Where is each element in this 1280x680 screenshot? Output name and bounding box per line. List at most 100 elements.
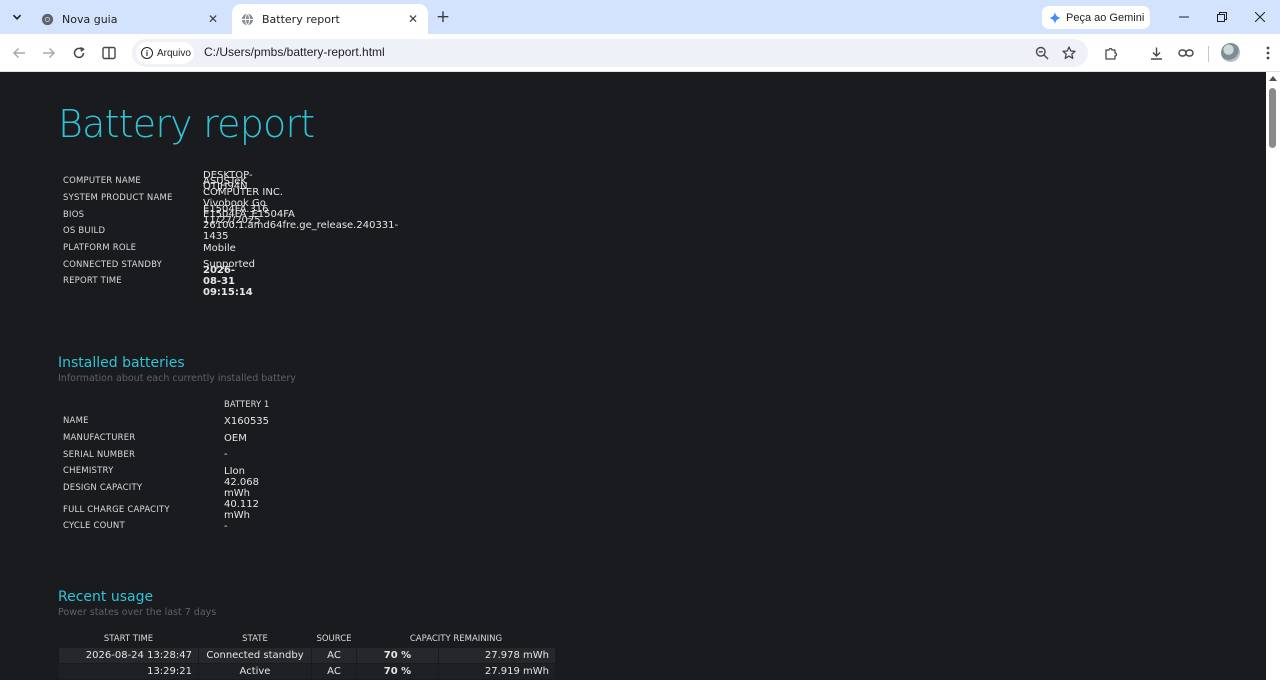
- installed-batteries-heading: Installed batteries: [58, 355, 185, 371]
- avatar[interactable]: [1221, 43, 1240, 62]
- globe-icon: [240, 12, 254, 26]
- restore-icon: [1217, 12, 1227, 22]
- table-header-row: START TIME STATE SOURCE CAPACITY REMAINI…: [59, 631, 556, 647]
- table-cell-state: Connected standby: [198, 646, 312, 664]
- browser-toolbar: i Arquivo C:/Users/pmbs/battery-report.h…: [0, 34, 1280, 72]
- info-key: SYSTEM PRODUCT NAME: [63, 193, 173, 204]
- plus-icon: +: [435, 7, 451, 27]
- tab-title: Nova guia: [62, 12, 118, 26]
- table-cell-start: 2026-08-24 13:28:47: [58, 646, 199, 664]
- forward-button[interactable]: [37, 41, 61, 65]
- gemini-sparkle-icon: [1049, 11, 1061, 24]
- info-row: MANUFACTURER OEM: [63, 430, 247, 447]
- gemini-label: Peça ao Gemini: [1066, 11, 1145, 24]
- gemini-button[interactable]: Peça ao Gemini: [1042, 6, 1150, 29]
- info-value: 42.068 mWh: [224, 477, 259, 500]
- info-row: SYSTEM PRODUCT NAME ASUSTeK COMPUTER INC.…: [63, 176, 295, 220]
- table-cell-mwh: 27.919 mWh: [438, 662, 556, 680]
- more-vert-icon: [1266, 46, 1270, 60]
- column-header: STATE: [242, 633, 268, 644]
- info-row: NAME X160535: [63, 413, 269, 430]
- tab-strip: Nova guia ✕ Battery report ✕ + Peça ao G…: [0, 0, 1280, 34]
- recent-usage-heading: Recent usage: [58, 589, 154, 605]
- info-key: SERIAL NUMBER: [63, 449, 136, 460]
- site-info-chip[interactable]: i Arquivo: [136, 42, 194, 64]
- info-row: SERIAL NUMBER -: [63, 446, 228, 463]
- zoom-out-icon: [1035, 46, 1049, 60]
- info-key: BIOS: [63, 209, 85, 220]
- battery-column-header: BATTERY 1: [224, 400, 270, 410]
- table-cell-percent: 70 %: [356, 662, 439, 680]
- tab-search-button[interactable]: [6, 6, 28, 28]
- restore-button[interactable]: [1211, 6, 1233, 28]
- chrome-menu-button[interactable]: [1256, 41, 1280, 65]
- info-value: 26100.1.amd64fre.ge_release.240331-1435: [203, 220, 399, 243]
- back-button[interactable]: [7, 41, 31, 65]
- info-row: OS BUILD 26100.1.amd64fre.ge_release.2403…: [63, 220, 398, 242]
- split-view-button[interactable]: [97, 41, 121, 65]
- vertical-scrollbar[interactable]: [1266, 72, 1280, 680]
- info-key: NAME: [63, 416, 89, 427]
- tab-battery-report[interactable]: Battery report ✕: [232, 4, 428, 34]
- close-icon[interactable]: ✕: [204, 10, 222, 28]
- recent-usage-subtitle: Power states over the last 7 days: [58, 607, 217, 618]
- puzzle-icon: [1104, 47, 1117, 60]
- reload-button[interactable]: [67, 41, 91, 65]
- recent-usage-table: START TIME STATE SOURCE CAPACITY REMAINI…: [58, 631, 556, 680]
- new-tab-button[interactable]: +: [432, 6, 454, 28]
- info-icon: i: [141, 47, 153, 59]
- star-icon: [1062, 46, 1076, 60]
- site-info-label: Arquivo: [157, 47, 191, 59]
- scroll-up-arrow-icon[interactable]: [1269, 76, 1277, 81]
- downloads-button[interactable]: [1144, 41, 1168, 65]
- info-value: 2026-08-31 09:15:14: [203, 264, 253, 298]
- info-row: REPORT TIME 2026-08-31 09:15:14: [63, 265, 253, 298]
- download-icon: [1150, 47, 1162, 60]
- close-icon[interactable]: ✕: [404, 10, 422, 28]
- share-link-button[interactable]: [1174, 41, 1198, 65]
- system-info: COMPUTER NAME DESKTOP-QTJH94N SYSTEM PRODU…: [63, 170, 398, 298]
- table-cell-start: 13:29:21: [58, 662, 199, 680]
- scrollbar-thumb[interactable]: [1269, 88, 1276, 148]
- close-icon: [1255, 12, 1265, 22]
- info-row: CHEMISTRY LIon: [63, 463, 245, 480]
- table-cell-state: Active: [198, 662, 312, 680]
- close-window-button[interactable]: [1249, 6, 1271, 28]
- url-text[interactable]: C:/Users/pmbs/battery-report.html: [204, 45, 385, 59]
- info-value: X160535: [224, 415, 270, 427]
- table-cell-source: AC: [311, 662, 357, 680]
- table-cell-source: AC: [311, 646, 357, 664]
- info-row: COMPUTER NAME DESKTOP-QTJH94N: [63, 170, 253, 192]
- info-key: CYCLE COUNT: [63, 521, 125, 532]
- page-content: Battery report COMPUTER NAME DESKTOP-QTJH…: [0, 72, 1266, 680]
- info-key: CONNECTED STANDBY: [63, 259, 163, 270]
- info-key: FULL CHARGE CAPACITY: [63, 504, 170, 515]
- page-title: Battery report: [58, 102, 315, 146]
- info-key: COMPUTER NAME: [63, 176, 141, 187]
- chevron-down-icon: [12, 14, 22, 20]
- zoom-button[interactable]: [1032, 43, 1052, 63]
- tab-new-tab[interactable]: Nova guia ✕: [32, 4, 228, 34]
- column-header: START TIME: [103, 633, 154, 644]
- info-key: MANUFACTURER: [63, 433, 136, 444]
- battery-info: NAME X160535 MANUFACTURER OEM SERIAL NUMBER -…: [63, 413, 269, 535]
- table-row: 13:29:21 Active AC 70 % 27.919 mWh: [58, 662, 556, 680]
- info-row: CYCLE COUNT -: [63, 518, 228, 535]
- info-row: CONNECTED STANDBY Supported: [63, 256, 255, 273]
- installed-batteries-subtitle: Information about each currently install…: [58, 373, 296, 384]
- column-header: CAPACITY REMAINING: [409, 633, 503, 644]
- reload-icon: [73, 46, 85, 59]
- info-key: DESIGN CAPACITY: [63, 483, 143, 494]
- table-cell-percent: 70 %: [356, 646, 439, 664]
- extensions-button[interactable]: [1099, 41, 1123, 65]
- address-bar[interactable]: i Arquivo C:/Users/pmbs/battery-report.h…: [132, 39, 1088, 67]
- info-key: PLATFORM ROLE: [63, 243, 137, 254]
- info-key: OS BUILD: [63, 226, 106, 237]
- bookmark-button[interactable]: [1059, 43, 1079, 63]
- minimize-button[interactable]: [1173, 6, 1195, 28]
- info-row: DESIGN CAPACITY 42.068 mWh: [63, 477, 259, 499]
- table-row: 2026-08-24 13:28:47 Connected standby AC 70…: [58, 646, 556, 664]
- arrow-right-icon: [43, 47, 56, 59]
- split-view-icon: [102, 46, 116, 60]
- link-icon: [1178, 49, 1194, 57]
